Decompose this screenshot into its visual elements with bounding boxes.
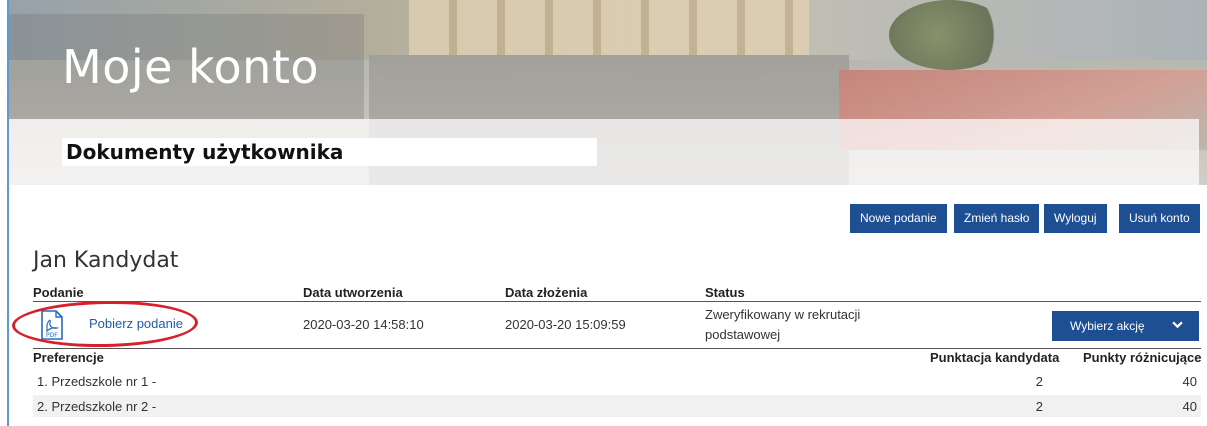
new-submission-button[interactable]: Nowe podanie — [850, 204, 947, 233]
page-title: Moje konto — [62, 40, 320, 94]
choose-action-label: Wybierz akcję — [1070, 319, 1145, 333]
column-header-diff-points: Punkty różnicujące — [1083, 350, 1202, 365]
chevron-down-icon — [1172, 319, 1183, 333]
created-date-cell: 2020-03-20 14:58:10 — [303, 317, 424, 332]
preference-item-diff: 40 — [1182, 374, 1197, 389]
table-header-divider — [33, 301, 1201, 302]
preference-item-diff: 40 — [1182, 399, 1197, 414]
column-header-points: Punktacja kandydata — [930, 350, 1060, 365]
logout-button[interactable]: Wyloguj — [1044, 204, 1107, 233]
status-line-2: podstawowej — [705, 327, 781, 342]
preference-item-points: 2 — [1035, 374, 1043, 389]
column-header-submission: Podanie — [33, 285, 84, 300]
table-row-divider — [33, 348, 1201, 349]
preference-item-name: 1. Przedszkole nr 1 - — [37, 374, 157, 389]
submitted-date-cell: 2020-03-20 15:09:59 — [505, 317, 626, 332]
highlight-ellipse-annotation — [11, 299, 199, 349]
column-header-created: Data utworzenia — [303, 285, 403, 300]
column-header-submitted: Data złożenia — [505, 285, 588, 300]
status-line-1: Zweryfikowany w rekrutacji — [705, 307, 861, 322]
user-name: Jan Kandydat — [33, 248, 179, 273]
preference-item-points: 2 — [1035, 399, 1043, 414]
change-password-button[interactable]: Zmień hasło — [954, 204, 1040, 233]
choose-action-dropdown[interactable]: Wybierz akcję — [1052, 311, 1199, 341]
page-subtitle: Dokumenty użytkownika — [66, 140, 344, 164]
delete-account-button[interactable]: Usuń konto — [1119, 204, 1200, 233]
preferences-header: Preferencje — [33, 350, 104, 365]
preference-item-name: 2. Przedszkole nr 2 - — [37, 399, 157, 414]
column-header-status: Status — [705, 285, 745, 300]
